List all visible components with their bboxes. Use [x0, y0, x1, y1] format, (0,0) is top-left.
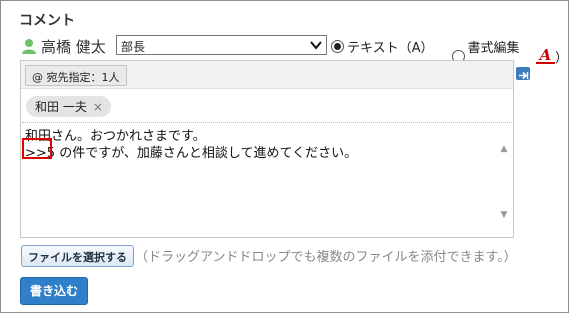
user-icon — [21, 38, 37, 54]
attachment-hint: （ドラッグアンドドロップでも複数のファイルを添付できます。） — [135, 250, 517, 265]
recipient-button[interactable]: @ 宛先指定：1人 — [25, 65, 127, 86]
comment-form: コメント 高橋 健太 部長 テキスト（A） 書式編集（ A ） @ 宛先指定：1… — [0, 0, 569, 313]
poster-name: 高橋 健太 — [41, 38, 106, 56]
select-file-button[interactable]: ファイルを選択する — [21, 245, 134, 267]
rich-format-icon: A — [535, 48, 555, 64]
recipient-bar: @ 宛先指定：1人 — [21, 61, 513, 89]
format-text-label: テキスト（A） — [347, 41, 434, 56]
radio-text[interactable] — [331, 40, 344, 53]
format-rich-suffix: ） — [554, 50, 568, 66]
section-title: コメント — [19, 13, 75, 29]
format-text-option[interactable]: テキスト（A） — [331, 37, 434, 56]
role-select[interactable]: 部長 — [116, 35, 327, 55]
recipient-chip[interactable]: 和田 一夫 × — [26, 96, 111, 117]
role-select-value: 部長 — [121, 40, 146, 54]
expand-icon[interactable] — [516, 67, 530, 80]
message-line: >>5 の件ですが、加藤さんと相談して進めてください。 — [25, 146, 358, 161]
scroll-up-icon[interactable]: ▲ — [499, 145, 509, 154]
submit-button[interactable]: 書き込む — [20, 277, 88, 305]
recipient-chip-name: 和田 一夫 — [35, 100, 87, 114]
close-icon[interactable]: × — [93, 100, 103, 114]
reply-anchor-highlight — [22, 138, 52, 159]
chevron-down-icon — [309, 38, 323, 52]
scroll-down-icon[interactable]: ▼ — [499, 211, 509, 220]
message-textarea[interactable]: 和田さん。おつかれさまです。 >>5 の件ですが、加藤さんと相談して進めてくださ… — [22, 122, 512, 237]
comment-editor[interactable]: @ 宛先指定：1人 和田 一夫 × 和田さん。おつかれさまです。 >>5 の件で… — [20, 60, 514, 238]
